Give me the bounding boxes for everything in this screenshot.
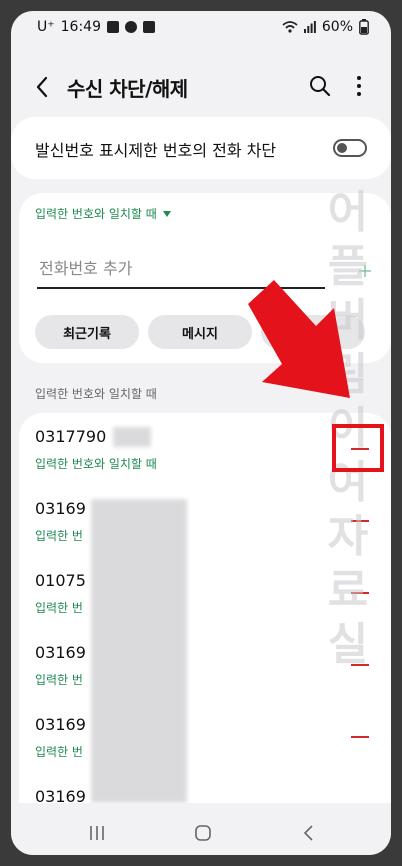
watermark-char: 어 — [327, 187, 369, 238]
section-title: 입력한 번호와 일치할 때 — [35, 387, 157, 401]
blocked-number: 03169 — [35, 787, 86, 803]
page-title: 수신 차단/해제 — [67, 77, 188, 101]
blocked-rule: 입력한 번 — [35, 601, 83, 615]
home-icon[interactable] — [189, 821, 217, 845]
blocked-number: 03169 — [35, 499, 86, 518]
blocked-number: 03169 — [35, 643, 86, 662]
status-left: U⁺ 16:49 — [37, 19, 155, 35]
annotation-highlight-box — [332, 424, 384, 472]
blocked-number: 03169 — [35, 715, 86, 734]
match-option-label: 입력한 번호와 일치할 때 — [35, 207, 157, 221]
blocked-rule: 입력한 번 — [35, 529, 83, 543]
back-icon[interactable] — [295, 821, 323, 845]
wifi-icon — [282, 21, 298, 33]
messages-button[interactable]: 메시지 — [148, 315, 252, 349]
watermark-char: 료 — [327, 565, 369, 616]
minus-icon[interactable] — [349, 727, 371, 747]
recents-icon[interactable] — [83, 821, 111, 845]
status-bar: U⁺ 16:49 60% — [11, 11, 391, 45]
redaction-blur — [91, 499, 187, 803]
time-label: 16:49 — [60, 19, 101, 35]
blocked-row[interactable]: 03169 — [19, 773, 391, 803]
private-number-block-toggle[interactable] — [333, 139, 367, 157]
blocked-number: 01075 — [35, 571, 86, 590]
gallery-icon — [107, 21, 119, 33]
chevron-left-icon[interactable] — [29, 73, 57, 101]
redaction-blur — [113, 427, 151, 447]
blocked-number: 0317790 — [35, 427, 107, 446]
app-header: 수신 차단/해제 — [11, 63, 391, 111]
blocked-rule: 입력한 번호와 일치할 때 — [35, 457, 157, 471]
more-vert-icon[interactable] — [349, 73, 369, 99]
blocked-rule: 입력한 번 — [35, 673, 83, 687]
blocked-row[interactable]: 03169 입력한 번 — [19, 701, 391, 773]
shopping-bag-icon — [143, 21, 155, 33]
toggle-knob — [337, 143, 347, 153]
private-number-block-label: 발신번호 표시제한 번호의 전화 차단 — [35, 141, 277, 160]
search-icon[interactable] — [307, 73, 333, 99]
signal-icon — [303, 21, 316, 33]
status-right: 60% — [282, 19, 369, 35]
annotation-arrow-icon — [248, 280, 350, 398]
blocked-rule: 입력한 번 — [35, 745, 83, 759]
recent-log-button[interactable]: 최근기록 — [35, 315, 139, 349]
caret-down-icon — [162, 210, 171, 217]
private-number-block-card[interactable]: 발신번호 표시제한 번호의 전화 차단 — [11, 117, 391, 179]
watermark-char: 자 — [327, 511, 369, 562]
talk-icon — [125, 21, 137, 33]
battery-label: 60% — [321, 19, 353, 35]
system-nav-bar — [11, 811, 391, 855]
battery-icon — [359, 19, 369, 35]
carrier-label: U⁺ — [37, 19, 55, 35]
watermark-char: 실 — [327, 619, 369, 670]
match-option-dropdown[interactable]: 입력한 번호와 일치할 때 — [35, 205, 171, 222]
